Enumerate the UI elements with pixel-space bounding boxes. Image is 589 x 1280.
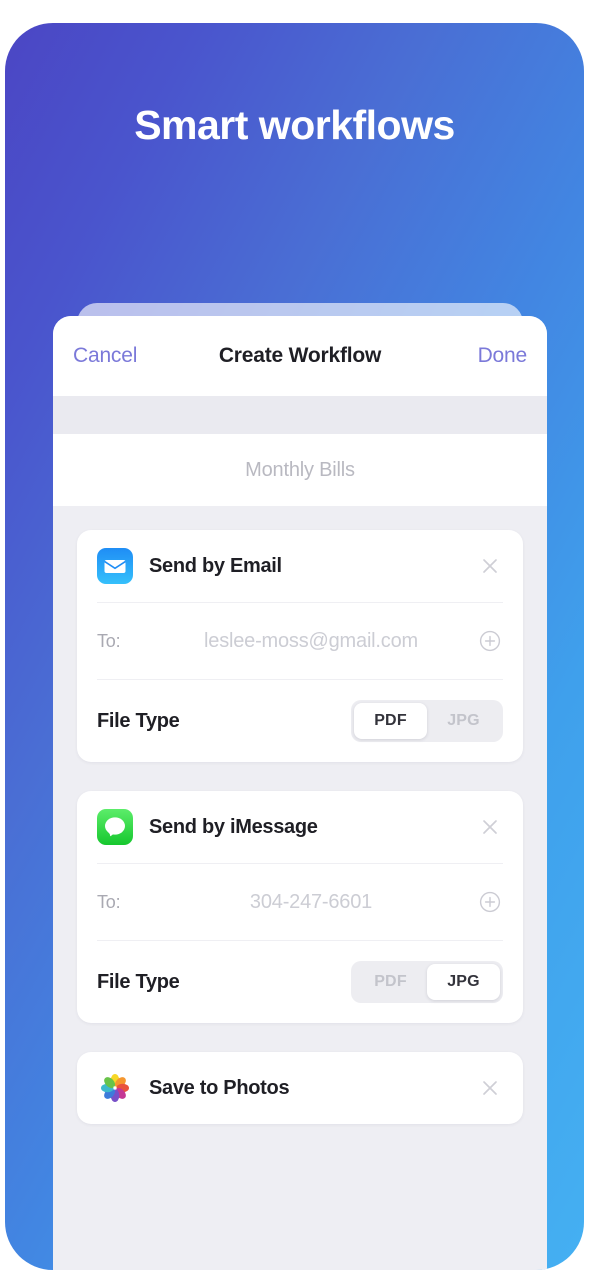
recipient-label: To: (97, 891, 121, 912)
mail-icon (97, 548, 133, 584)
file-type-segmented-control[interactable]: PDF JPG (351, 961, 503, 1003)
done-button[interactable]: Done (478, 344, 528, 368)
action-title: Send by iMessage (149, 815, 318, 838)
photos-pinwheel-icon (97, 1070, 133, 1106)
close-icon[interactable] (477, 1075, 503, 1101)
close-icon[interactable] (477, 553, 503, 579)
file-type-row: File Type PDF JPG (77, 941, 523, 1023)
cancel-button[interactable]: Cancel (73, 344, 137, 368)
file-type-option-jpg[interactable]: JPG (427, 964, 500, 1000)
file-type-row: File Type PDF JPG (77, 680, 523, 762)
file-type-option-pdf[interactable]: PDF (354, 703, 427, 739)
phone-frame: Smart workflows Cancel Create Workflow D… (5, 23, 584, 1270)
file-type-segmented-control[interactable]: PDF JPG (351, 700, 503, 742)
recipient-label: To: (97, 630, 121, 651)
action-card-send-by-imessage[interactable]: Send by iMessage To: 304-247-6601 File T… (77, 791, 523, 1038)
plus-circle-icon[interactable] (477, 628, 503, 654)
recipient-input[interactable] (159, 890, 463, 914)
action-card-header: Send by iMessage (77, 791, 523, 863)
sheet-spacer (53, 396, 547, 434)
hero-title: Smart workflows (134, 102, 455, 148)
workflow-name-row (53, 434, 547, 506)
action-card-send-by-email[interactable]: Send by Email To: leslee-moss@gmail.com … (77, 530, 523, 777)
workflow-name-input[interactable] (53, 458, 547, 482)
message-bubble-icon (97, 809, 133, 845)
action-card-save-to-photos[interactable]: Save to Photos (77, 1052, 523, 1124)
file-type-option-jpg[interactable]: JPG (427, 703, 500, 739)
file-type-label: File Type (97, 709, 180, 732)
plus-circle-icon[interactable] (477, 889, 503, 915)
recipient-row: To: (77, 603, 523, 679)
action-card-header: Save to Photos (77, 1052, 523, 1124)
create-workflow-sheet: Cancel Create Workflow Done Monthly Bill… (53, 316, 547, 1270)
file-type-option-pdf[interactable]: PDF (354, 964, 427, 1000)
action-title: Send by Email (149, 554, 282, 577)
action-card-header: Send by Email (77, 530, 523, 602)
close-icon[interactable] (477, 814, 503, 840)
actions-list: Send by Email To: leslee-moss@gmail.com … (53, 506, 547, 1124)
recipient-input[interactable] (159, 629, 463, 653)
file-type-label: File Type (97, 970, 180, 993)
recipient-row: To: (77, 864, 523, 940)
action-title: Save to Photos (149, 1076, 290, 1099)
sheet-navigation-bar: Cancel Create Workflow Done (53, 316, 547, 396)
